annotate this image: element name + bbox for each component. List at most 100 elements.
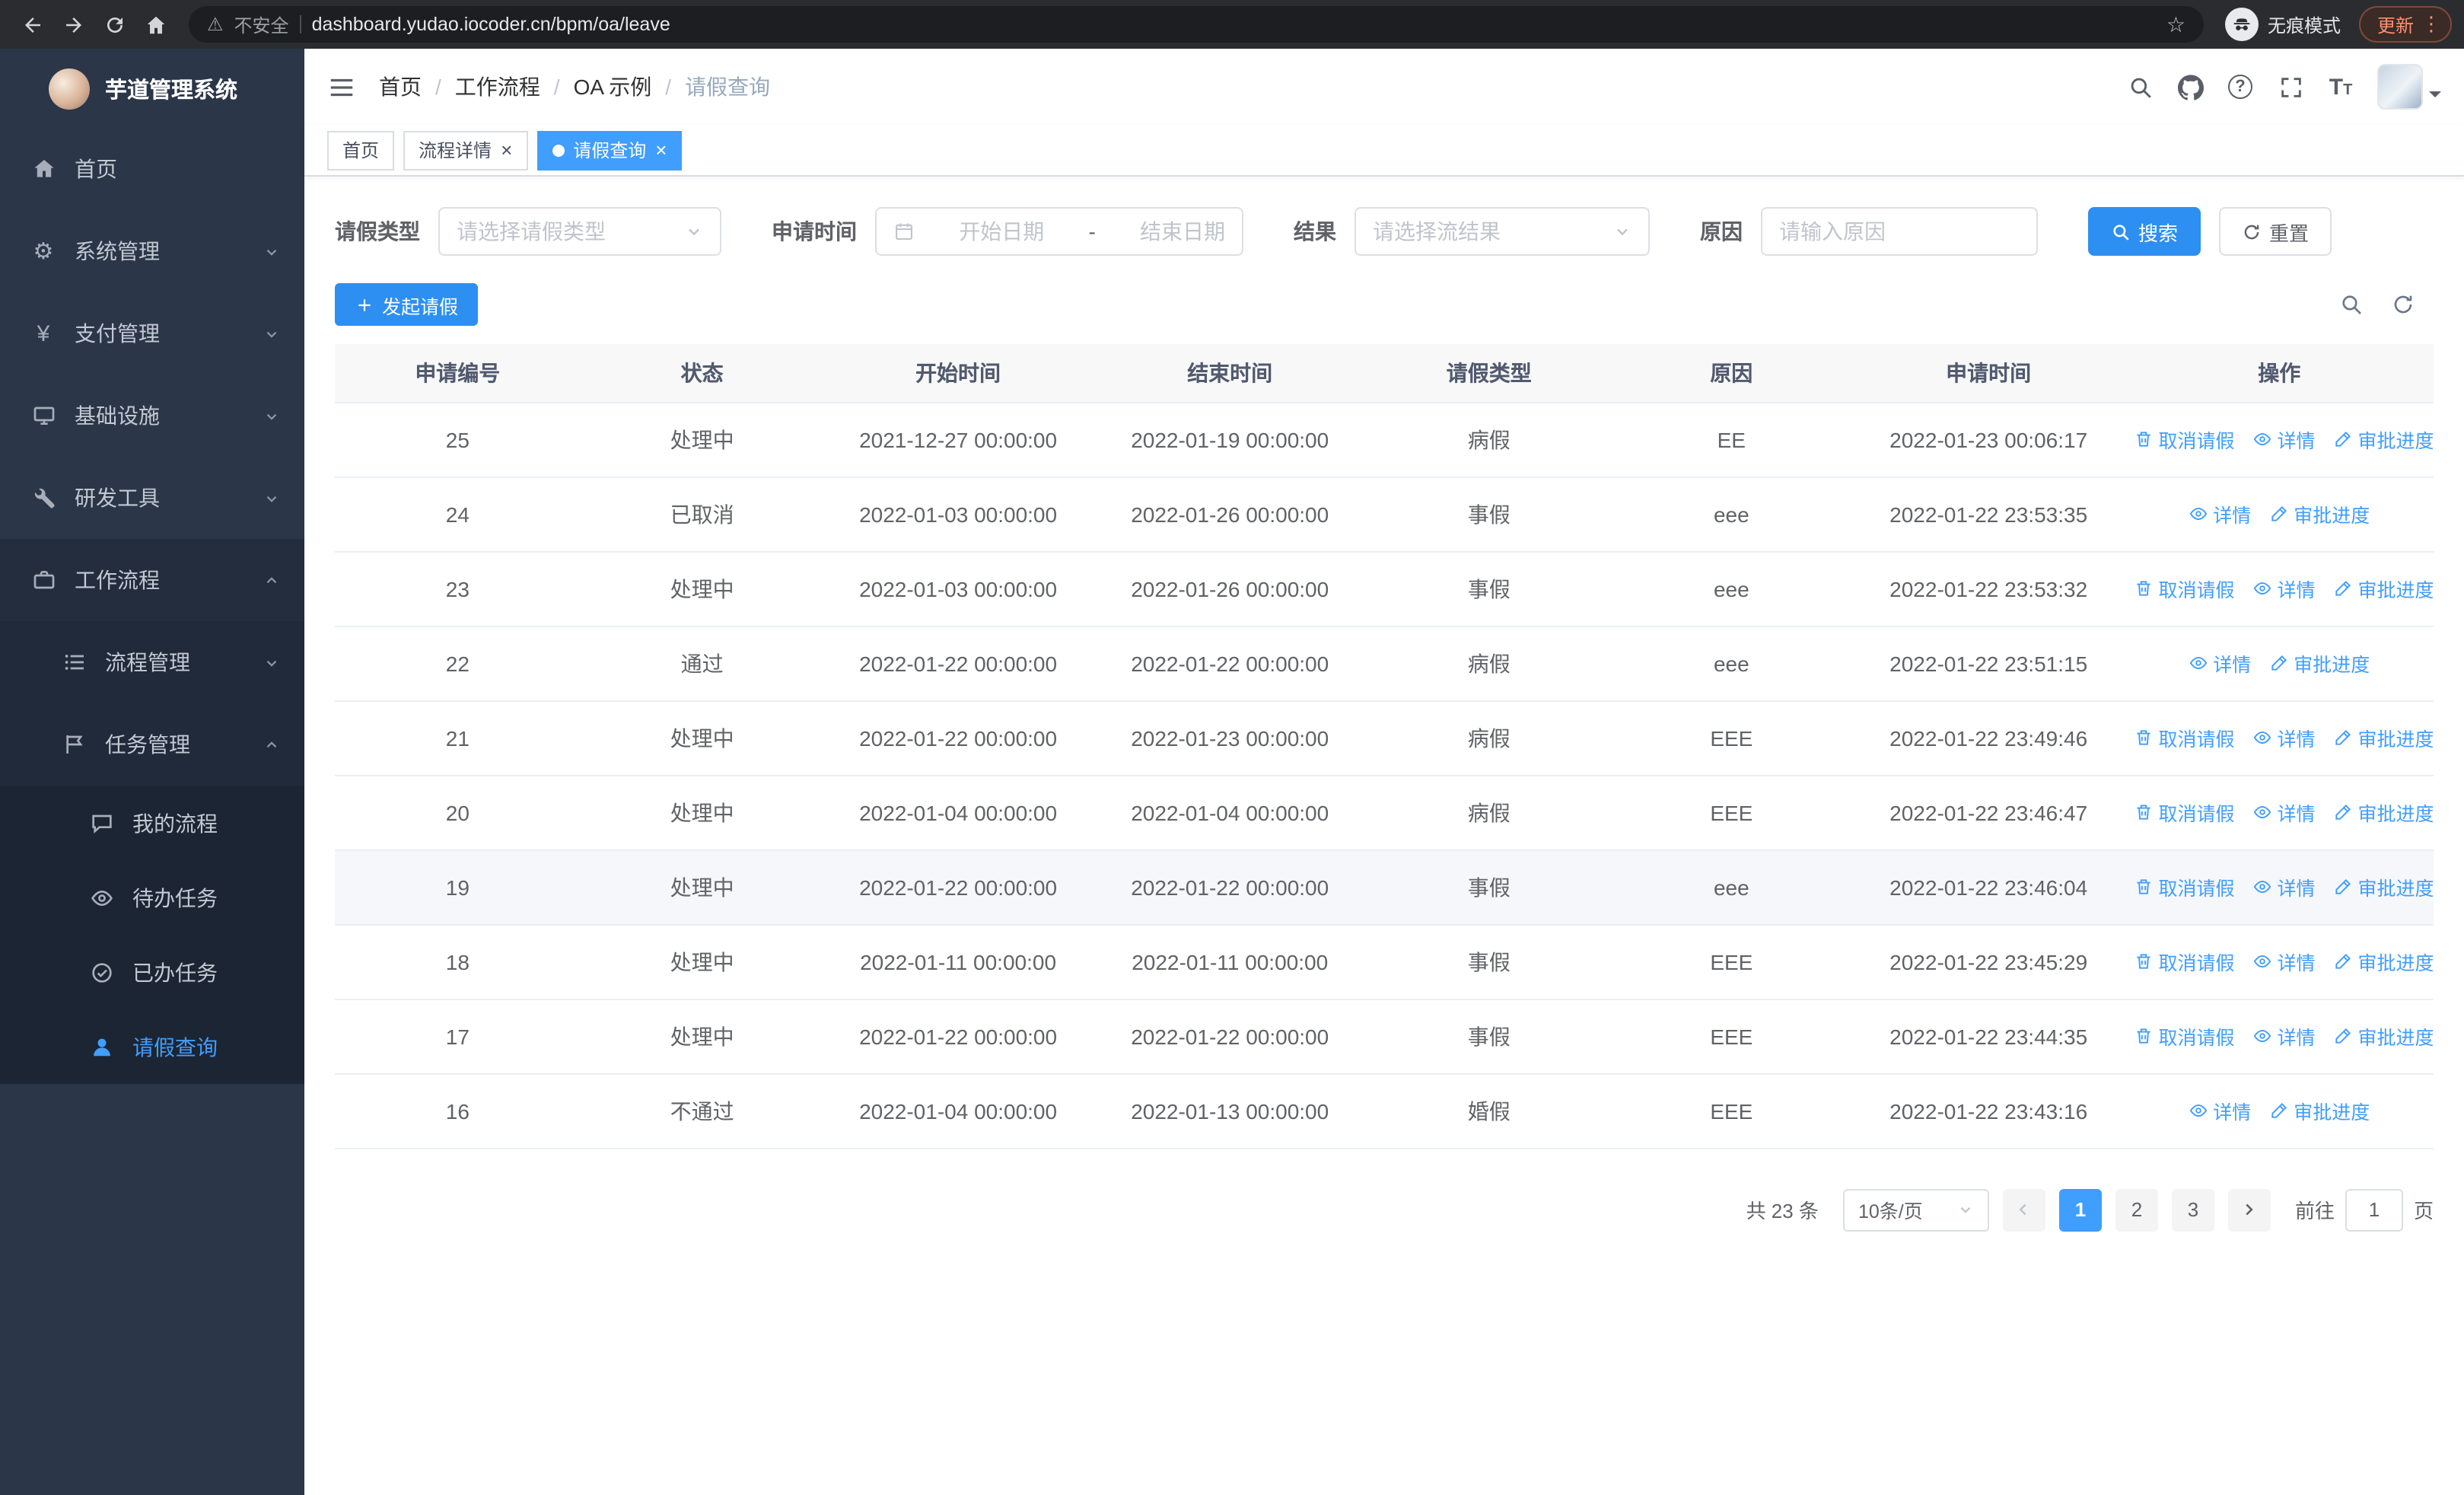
approval-progress-link[interactable]: 审批进度 — [2269, 1096, 2370, 1125]
cancel-leave-link[interactable]: 取消请假 — [2134, 574, 2234, 603]
fullscreen-icon[interactable] — [2277, 73, 2304, 100]
toggle-search-icon[interactable] — [2339, 292, 2364, 317]
approval-progress-link[interactable]: 审批进度 — [2334, 872, 2434, 901]
chevron-down-icon — [266, 659, 277, 666]
github-icon[interactable] — [2176, 73, 2204, 100]
sidebar-item-payment-mgmt[interactable]: ¥ 支付管理 — [0, 292, 304, 375]
warning-icon: ⚠ — [207, 14, 224, 35]
cell-start: 2022-01-22 00:00:00 — [823, 850, 1093, 925]
page-button-2[interactable]: 2 — [2115, 1188, 2158, 1231]
browser-chrome: ⚠ 不安全 dashboard.yudao.iocoder.cn/bpm/oa/… — [0, 0, 2464, 49]
approval-progress-link[interactable]: 审批进度 — [2269, 499, 2370, 528]
sidebar-item-leave-query[interactable]: 请假查询 — [0, 1009, 304, 1084]
detail-link[interactable]: 详情 — [2252, 947, 2316, 976]
approval-progress-link[interactable]: 审批进度 — [2334, 425, 2434, 454]
cancel-leave-link[interactable]: 取消请假 — [2134, 723, 2234, 752]
next-page-button[interactable] — [2227, 1188, 2271, 1231]
sidebar-item-system-mgmt[interactable]: ⚙ 系统管理 — [0, 210, 304, 292]
sidebar-item-task-mgmt[interactable]: 任务管理 — [0, 703, 304, 786]
cancel-leave-link[interactable]: 取消请假 — [2134, 1022, 2234, 1050]
approval-progress-link[interactable]: 审批进度 — [2334, 1022, 2434, 1050]
sidebar-item-infrastructure[interactable]: 基础设施 — [0, 375, 304, 457]
sidebar-item-workflow[interactable]: 工作流程 — [0, 539, 304, 621]
detail-link[interactable]: 详情 — [2189, 499, 2251, 528]
sidebar-item-home[interactable]: 首页 — [0, 128, 304, 210]
browser-menu-icon[interactable]: ⋮ — [2421, 12, 2441, 37]
detail-link[interactable]: 详情 — [2252, 798, 2316, 827]
chevron-down-icon — [689, 228, 699, 236]
cell-id: 20 — [335, 775, 581, 850]
tab-home[interactable]: 首页 — [327, 130, 395, 170]
cell-end: 2022-01-04 00:00:00 — [1092, 775, 1367, 850]
incognito-badge: 无痕模式 — [2216, 8, 2350, 41]
app-logo[interactable]: 芋道管理系统 — [0, 49, 304, 128]
date-range-picker[interactable]: 开始日期 - 结束日期 — [875, 207, 1243, 256]
url-text[interactable]: dashboard.yudao.iocoder.cn/bpm/oa/leave — [312, 14, 670, 35]
close-icon[interactable]: × — [501, 140, 512, 160]
create-leave-button[interactable]: 发起请假 — [335, 283, 479, 326]
tab-leave-query[interactable]: 请假查询 × — [536, 130, 683, 170]
refresh-table-icon[interactable] — [2391, 292, 2415, 317]
chevron-down-icon — [266, 413, 277, 419]
reset-button[interactable]: 重置 — [2219, 207, 2332, 256]
approval-progress-link[interactable]: 审批进度 — [2334, 723, 2434, 752]
tab-process-detail[interactable]: 流程详情 × — [403, 130, 528, 170]
cancel-leave-link[interactable]: 取消请假 — [2134, 872, 2234, 901]
edit-icon — [2335, 729, 2351, 745]
collapse-sidebar-icon[interactable] — [327, 72, 356, 101]
cancel-leave-link[interactable]: 取消请假 — [2134, 798, 2234, 827]
back-icon[interactable] — [12, 4, 53, 45]
cell-start: 2021-12-27 00:00:00 — [823, 402, 1093, 477]
approval-progress-link[interactable]: 审批进度 — [2269, 649, 2370, 677]
goto-page-input[interactable] — [2345, 1188, 2403, 1231]
detail-link[interactable]: 详情 — [2189, 649, 2251, 677]
page-size-select[interactable]: 10条/页 — [1842, 1188, 1989, 1231]
detail-link[interactable]: 详情 — [2252, 425, 2316, 454]
approval-progress-link[interactable]: 审批进度 — [2334, 947, 2434, 976]
leave-type-select[interactable]: 请选择请假类型 — [438, 207, 721, 256]
sidebar-item-dev-tools[interactable]: 研发工具 — [0, 457, 304, 539]
detail-link[interactable]: 详情 — [2252, 872, 2316, 901]
refresh-icon[interactable] — [94, 4, 135, 45]
detail-link[interactable]: 详情 — [2252, 574, 2316, 603]
bookmark-star-icon[interactable]: ☆ — [2166, 11, 2185, 37]
avatar[interactable] — [2377, 64, 2423, 110]
font-size-icon[interactable]: TT — [2327, 73, 2354, 100]
detail-link[interactable]: 详情 — [2189, 1096, 2251, 1125]
home-nav-icon[interactable] — [135, 4, 177, 45]
help-icon[interactable]: ? — [2227, 73, 2254, 100]
result-select[interactable]: 请选择流结果 — [1355, 207, 1650, 256]
cell-end: 2022-01-11 00:00:00 — [1092, 924, 1367, 999]
close-icon[interactable]: × — [655, 140, 667, 160]
breadcrumb-item[interactable]: OA 示例 — [574, 72, 652, 102]
cell-type: 事假 — [1367, 999, 1611, 1074]
cell-status: 处理中 — [580, 850, 824, 925]
approval-progress-link[interactable]: 审批进度 — [2334, 798, 2434, 827]
sidebar-item-my-process[interactable]: 我的流程 — [0, 786, 304, 860]
cancel-leave-link[interactable]: 取消请假 — [2134, 947, 2234, 976]
detail-link[interactable]: 详情 — [2252, 723, 2316, 752]
user-menu[interactable] — [2377, 64, 2441, 110]
page-button-3[interactable]: 3 — [2171, 1188, 2214, 1231]
prev-page-button[interactable] — [2002, 1188, 2045, 1231]
sidebar-item-todo-tasks[interactable]: 待办任务 — [0, 860, 304, 935]
url-bar[interactable]: ⚠ 不安全 dashboard.yudao.iocoder.cn/bpm/oa/… — [189, 6, 2204, 43]
cancel-leave-link[interactable]: 取消请假 — [2134, 425, 2234, 454]
search-button[interactable]: 搜索 — [2088, 207, 2201, 256]
breadcrumb-item[interactable]: 首页 — [379, 72, 422, 102]
detail-link[interactable]: 详情 — [2252, 1022, 2316, 1050]
breadcrumb-separator: / — [553, 75, 560, 99]
sidebar-item-process-mgmt[interactable]: 流程管理 — [0, 621, 304, 703]
search-icon[interactable] — [2126, 73, 2154, 100]
breadcrumb-item[interactable]: 工作流程 — [455, 72, 540, 102]
page-button-1[interactable]: 1 — [2058, 1188, 2102, 1231]
security-label[interactable]: 不安全 — [234, 11, 289, 37]
incognito-icon — [2224, 8, 2259, 41]
browser-update-button[interactable]: 更新 ⋮ — [2358, 6, 2452, 43]
forward-icon[interactable] — [53, 4, 94, 45]
sidebar-item-done-tasks[interactable]: 已办任务 — [0, 935, 304, 1009]
approval-progress-link[interactable]: 审批进度 — [2334, 574, 2434, 603]
eye-icon — [2189, 656, 2208, 670]
plus-icon — [358, 298, 371, 311]
reason-input[interactable] — [1779, 219, 2020, 244]
